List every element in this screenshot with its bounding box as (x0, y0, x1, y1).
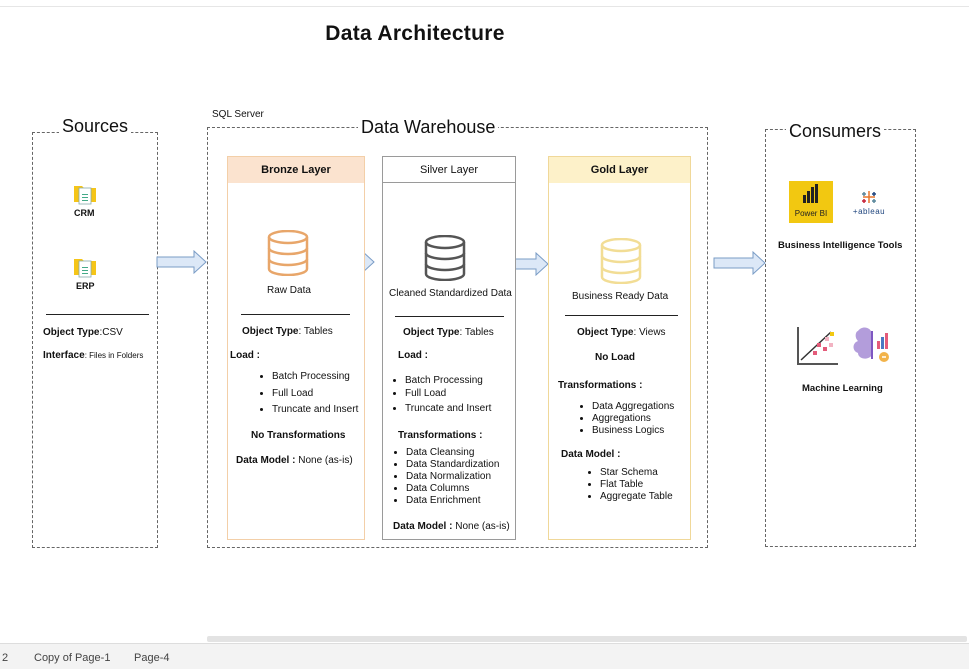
list-item: Data Aggregations (592, 401, 674, 413)
list-item: Data Columns (406, 483, 499, 495)
silver-divider (395, 316, 504, 317)
consumers-label: Consumers (786, 121, 885, 142)
bronze-transformations: No Transformations (251, 430, 346, 441)
sources-interface: Interface: Files in Folders (43, 350, 144, 361)
tab-copy-of-page-1[interactable]: Copy of Page-1 (34, 652, 110, 664)
sources-label: Sources (59, 116, 132, 137)
top-divider (0, 6, 969, 7)
gold-transformations-label: Transformations : (558, 380, 643, 391)
gold-divider (565, 315, 678, 316)
arrow-warehouse-to-consumers (713, 251, 766, 275)
list-item: Truncate and Insert (272, 402, 358, 419)
list-item: Batch Processing (405, 374, 491, 387)
arrow-sources-to-bronze (156, 250, 207, 274)
silver-layer-header: Silver Layer (383, 157, 515, 183)
bronze-layer-header: Bronze Layer (228, 157, 364, 183)
gold-load-text: No Load (595, 352, 635, 363)
list-item: Batch Processing (272, 369, 358, 386)
sql-server-label: SQL Server (212, 109, 264, 120)
erp-file-icon (73, 253, 99, 284)
page-title: Data Architecture (325, 22, 505, 45)
list-item: Star Schema (600, 467, 673, 479)
list-item: Data Standardization (406, 459, 499, 471)
powerbi-logo: Power BI (789, 181, 833, 223)
gold-transformations-list: Data Aggregations Aggregations Business … (576, 401, 674, 437)
silver-transformations-label: Transformations : (398, 430, 483, 441)
tableau-logo: +ableau (846, 189, 892, 216)
sources-object-type: Object Type:CSV (43, 327, 123, 338)
bronze-object-type: Object Type: Tables (242, 326, 333, 337)
silver-data-label: Cleaned Standardized Data (389, 288, 512, 299)
crm-label: CRM (74, 208, 95, 218)
list-item: Business Logics (592, 425, 674, 437)
silver-load-list: Batch Processing Full Load Truncate and … (389, 374, 491, 417)
list-item: Data Normalization (406, 471, 499, 483)
bronze-load-list: Batch Processing Full Load Truncate and … (256, 369, 358, 419)
list-item: Data Cleansing (406, 447, 499, 459)
silver-database-icon (424, 235, 466, 281)
ai-brain-icon (853, 327, 889, 362)
gold-data-label: Business Ready Data (572, 291, 669, 302)
list-item: Flat Table (600, 479, 673, 491)
ml-label: Machine Learning (802, 383, 883, 394)
erp-label: ERP (76, 281, 95, 291)
silver-data-model: Data Model : None (as-is) (393, 521, 510, 532)
gold-data-model-list: Star Schema Flat Table Aggregate Table (584, 467, 673, 503)
scatter-chart-icon (797, 327, 838, 365)
silver-object-type: Object Type: Tables (403, 327, 494, 338)
powerbi-text: Power BI (794, 209, 828, 218)
gold-object-type: Object Type: Views (577, 327, 666, 338)
horizontal-scrollbar[interactable] (207, 636, 967, 642)
warehouse-label: Data Warehouse (358, 117, 499, 138)
bronze-layer: Bronze Layer (227, 156, 365, 540)
bronze-load-label: Load : (230, 350, 260, 361)
bi-tools-label: Business Intelligence Tools (778, 240, 903, 251)
bronze-divider (241, 314, 350, 315)
list-item: Aggregations (592, 413, 674, 425)
list-item: Truncate and Insert (405, 400, 491, 417)
list-item: Full Load (405, 387, 491, 400)
list-item: Aggregate Table (600, 491, 673, 503)
crm-file-icon (73, 180, 99, 211)
silver-load-label: Load : (398, 350, 428, 361)
bronze-database-icon (267, 230, 309, 276)
tableau-icon (862, 191, 876, 203)
list-item: Data Enrichment (406, 495, 499, 507)
list-item: Full Load (272, 386, 358, 403)
bronze-data-label: Raw Data (267, 285, 311, 296)
tableau-text: +ableau (852, 207, 886, 216)
bronze-data-model: Data Model : None (as-is) (236, 455, 353, 466)
gold-data-model-label: Data Model : (561, 449, 621, 460)
sources-divider (46, 314, 149, 315)
silver-transformations-list: Data Cleansing Data Standardization Data… (390, 447, 499, 507)
page-number: 2 (2, 652, 9, 664)
tab-page-4[interactable]: Page-4 (134, 652, 169, 664)
gold-database-icon (600, 238, 642, 284)
gold-layer-header: Gold Layer (549, 157, 690, 183)
